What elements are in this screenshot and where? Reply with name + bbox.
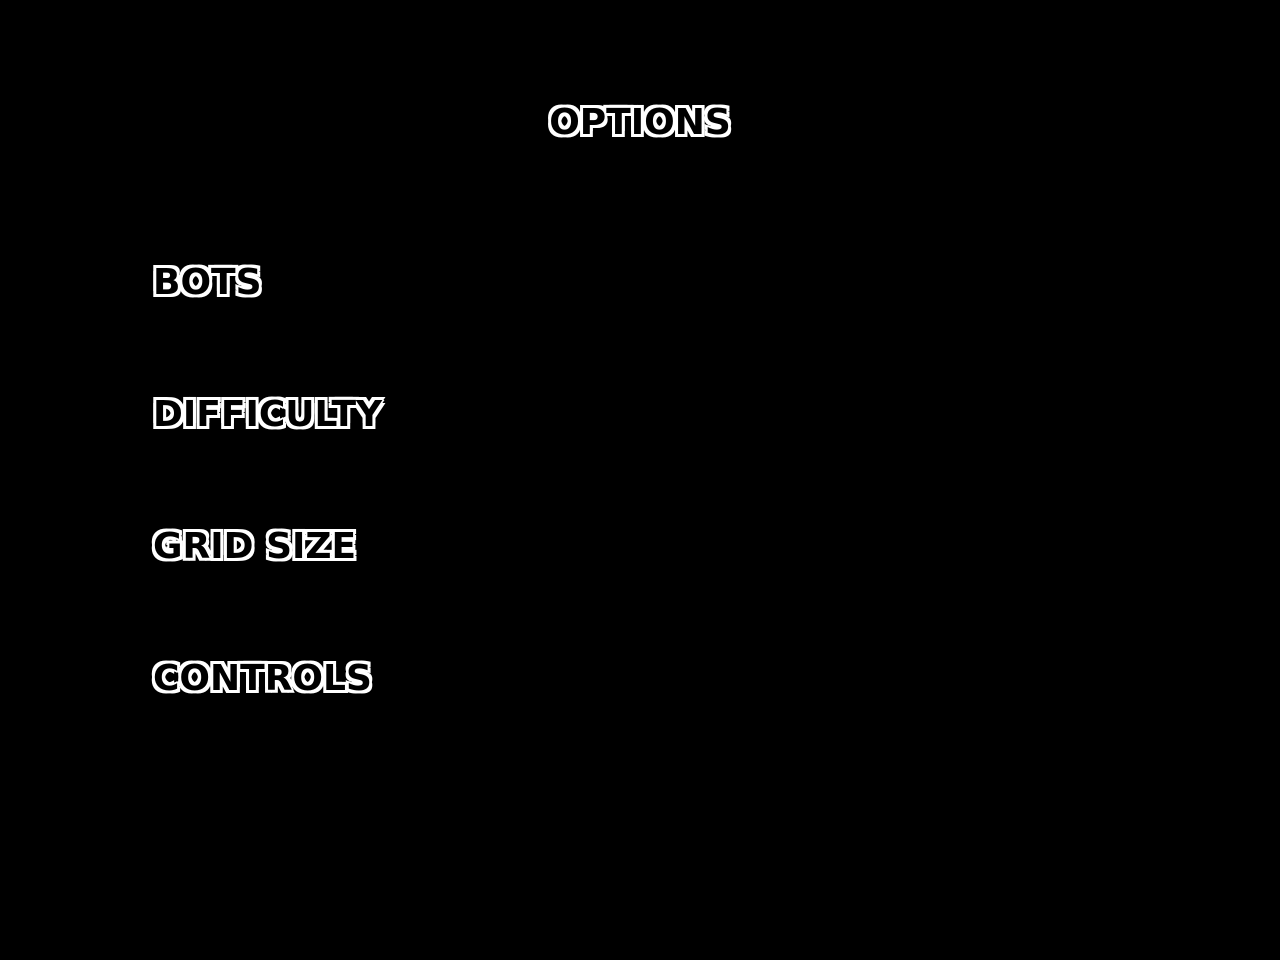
menu-item-difficulty[interactable]: DIFFICULTY <box>153 390 382 440</box>
menu-item-bots[interactable]: BOTS <box>153 258 262 308</box>
menu-item-grid-size[interactable]: GRID SIZE <box>153 522 356 572</box>
options-screen: OPTIONS BOTS DIFFICULTY GRID SIZE CONTRO… <box>0 0 1280 960</box>
menu-item-controls[interactable]: CONTROLS <box>153 654 372 704</box>
options-title: OPTIONS <box>549 102 731 143</box>
